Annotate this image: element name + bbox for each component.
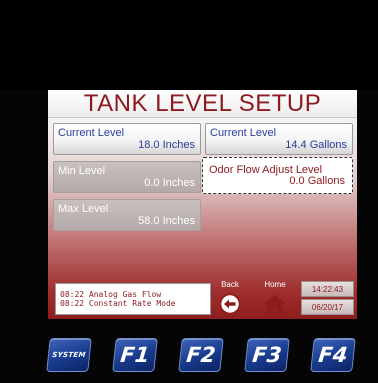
system-key-label: SYSTEM: [51, 351, 87, 359]
field-label: Current Level: [58, 127, 125, 139]
status-message: 08:22 Analog Gas Flow: [60, 290, 162, 299]
field-label: Min Level: [58, 165, 106, 177]
home-label: Home: [264, 280, 286, 289]
page-title: TANK LEVEL SETUP: [83, 90, 322, 117]
min-level-field[interactable]: Min Level 0.0 Inches: [53, 161, 201, 193]
clock-date: 06/20/17: [301, 299, 354, 315]
field-label: Max Level: [58, 203, 109, 215]
back-label: Back: [221, 280, 239, 289]
f1-key-label: F1: [119, 343, 151, 367]
f4-key-label: F4: [317, 343, 349, 367]
f2-key[interactable]: F2: [178, 338, 224, 372]
max-level-field[interactable]: Max Level 58.0 Inches: [53, 199, 201, 231]
hmi-screen: TANK LEVEL SETUP Current Level 18.0 Inch…: [48, 90, 357, 319]
f3-key[interactable]: F3: [244, 338, 290, 372]
clock-time: 14:22:43: [301, 281, 354, 297]
field-value: 58.0 Inches: [138, 215, 195, 227]
back-button[interactable]: Back: [215, 280, 245, 316]
f1-key[interactable]: F1: [112, 338, 158, 372]
odor-flow-adjust-level-field[interactable]: Odor Flow Adjust Level 0.0 Gallons: [202, 157, 353, 194]
system-key[interactable]: SYSTEM: [46, 338, 92, 372]
title-bar: TANK LEVEL SETUP: [48, 90, 357, 118]
f2-key-label: F2: [185, 343, 217, 367]
back-arrow-icon: [219, 293, 241, 315]
home-icon: [264, 294, 286, 314]
field-value: 0.0 Inches: [144, 177, 195, 189]
home-button[interactable]: Home: [260, 280, 290, 316]
f3-key-label: F3: [251, 343, 283, 367]
alarm-message-list: 08:22 Analog Gas Flow 08:22 Constant Rat…: [55, 283, 211, 315]
status-message: 08:22 Constant Rate Mode: [60, 299, 176, 308]
field-value: 14.4 Gallons: [285, 139, 347, 151]
field-value: 18.0 Inches: [138, 139, 195, 151]
panel-bezel: [0, 0, 378, 90]
f4-key[interactable]: F4: [310, 338, 356, 372]
current-level-gallons-field[interactable]: Current Level 14.4 Gallons: [205, 123, 353, 155]
current-level-inches-field[interactable]: Current Level 18.0 Inches: [53, 123, 201, 155]
field-label: Current Level: [210, 127, 277, 139]
field-value: 0.0 Gallons: [289, 175, 345, 187]
